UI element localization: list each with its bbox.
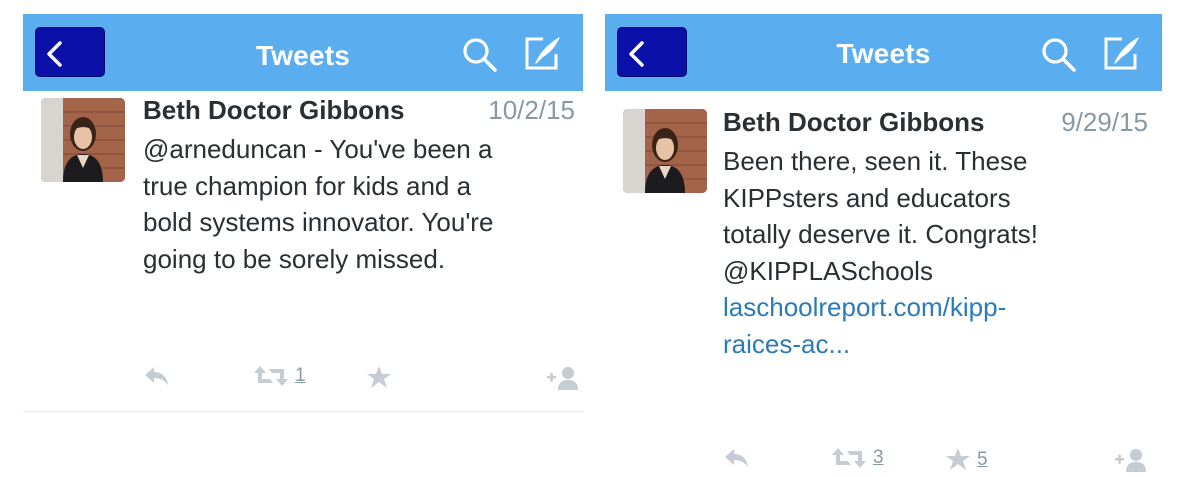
- profile-photo: [623, 109, 707, 193]
- tweet-text-line: totally deserve it. Congrats!: [723, 219, 1039, 249]
- tweet-text-line: Been there, seen it. These: [723, 146, 1028, 176]
- tweet-panel-left: Tweets Beth Doctor Gibbons 10/2/15 @arne…: [23, 14, 583, 412]
- retweet-button[interactable]: 3: [831, 447, 884, 469]
- reply-icon: [725, 449, 748, 467]
- mention-link[interactable]: @KIPPLASchools: [723, 253, 1148, 290]
- author-name[interactable]: Beth Doctor Gibbons: [143, 95, 404, 125]
- tweet-text-line: KIPPsters and educators: [723, 182, 1011, 213]
- reply-icon: [145, 367, 168, 385]
- tweet-header: Beth Doctor Gibbons 9/29/15: [723, 107, 1148, 143]
- tweet-body: Beth Doctor Gibbons 10/2/15 @arneduncan …: [143, 95, 575, 277]
- url-link[interactable]: raices-ac...: [723, 326, 1148, 363]
- add-user-icon: [547, 367, 578, 390]
- retweet-count[interactable]: 1: [295, 365, 306, 387]
- follow-button[interactable]: [1113, 447, 1147, 473]
- divider: [23, 411, 583, 412]
- nav-title: Tweets: [255, 40, 351, 71]
- tweet-text-line: going to be sorely missed.: [143, 243, 446, 274]
- retweet-icon: [832, 448, 866, 468]
- tweet-panel-right: Tweets Beth Doctor Gibbons 9/29/15 Been …: [605, 14, 1162, 472]
- compose-icon[interactable]: [523, 34, 563, 72]
- reply-button[interactable]: [723, 447, 751, 469]
- compose-icon[interactable]: [1102, 34, 1142, 72]
- tweet-date: 9/29/15: [1061, 107, 1148, 137]
- retweet-count[interactable]: 3: [873, 447, 884, 469]
- tweet-text-line[interactable]: @arneduncan - You've been a: [143, 131, 575, 168]
- tweet-text: @arneduncan - You've been a true champio…: [143, 131, 575, 277]
- navbar: Tweets: [23, 14, 583, 91]
- star-icon: [367, 366, 391, 388]
- retweet-icon: [254, 366, 288, 386]
- tweet-actions: 3 5: [723, 447, 1147, 477]
- follow-button[interactable]: [545, 365, 579, 391]
- favorite-button[interactable]: 5: [945, 447, 988, 471]
- nav-title: Tweets: [836, 38, 931, 69]
- tweet-body: Beth Doctor Gibbons 9/29/15 Been there, …: [723, 107, 1148, 362]
- favorite-count[interactable]: 5: [977, 449, 988, 471]
- star-icon: [946, 448, 970, 470]
- tweet-text-line: bold systems innovator. You're: [143, 207, 494, 237]
- search-icon[interactable]: [461, 36, 499, 74]
- favorite-button[interactable]: [366, 365, 392, 389]
- avatar[interactable]: [623, 109, 707, 193]
- add-user-icon: [1115, 449, 1146, 472]
- retweet-button[interactable]: 1: [253, 365, 306, 387]
- reply-button[interactable]: [143, 365, 171, 387]
- tweet-text: Been there, seen it. These KIPPsters and…: [723, 143, 1148, 362]
- tweet-actions: 1: [143, 365, 579, 395]
- tweet-header: Beth Doctor Gibbons 10/2/15: [143, 95, 575, 131]
- avatar[interactable]: [41, 98, 125, 182]
- profile-photo: [41, 98, 125, 182]
- navbar: Tweets: [605, 14, 1162, 91]
- author-name[interactable]: Beth Doctor Gibbons: [723, 107, 984, 137]
- search-icon[interactable]: [1040, 36, 1078, 74]
- url-link[interactable]: laschoolreport.com/kipp-: [723, 289, 1148, 326]
- tweet-date: 10/2/15: [488, 95, 575, 125]
- tweet-text-line: true champion for kids and a: [143, 170, 472, 201]
